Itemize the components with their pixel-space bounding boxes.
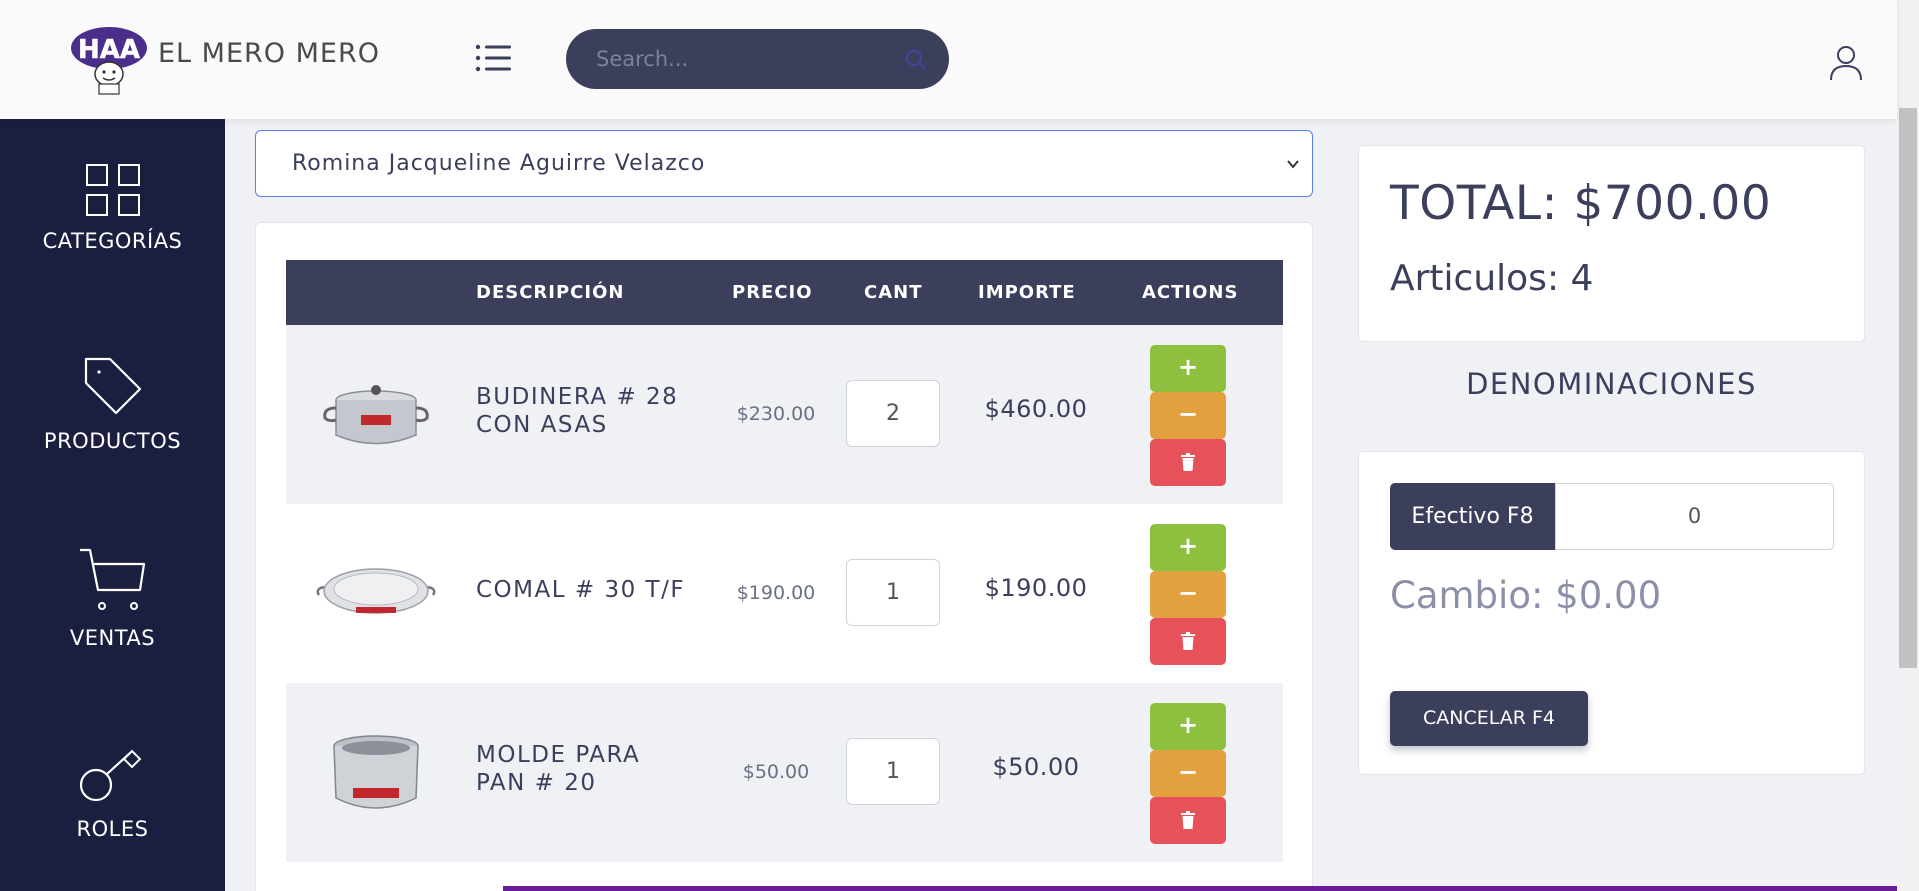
increase-qty-button[interactable]: + [1150, 524, 1226, 571]
user-profile-icon[interactable] [1828, 44, 1864, 82]
logo-text: HAA [78, 35, 140, 65]
search-icon[interactable] [904, 48, 928, 72]
decrease-qty-button[interactable]: − [1150, 392, 1226, 439]
cart-icon [79, 548, 145, 610]
table-row: BUDINERA # 28 CON ASAS $230.00 2 $460.00… [286, 325, 1283, 504]
column-header-amount: IMPORTE [978, 282, 1076, 303]
table-row: COMAL # 30 T/F $190.00 1 $190.00 + − [286, 504, 1283, 683]
increase-qty-button[interactable]: + [1150, 703, 1226, 750]
trash-icon [1181, 632, 1195, 650]
product-price: $230.00 [736, 403, 816, 425]
sidebar: CATEGORÍAS PRODUCTOS VENTAS ROLES [0, 119, 225, 891]
increase-qty-button[interactable]: + [1150, 345, 1226, 392]
sidebar-item-ventas[interactable]: VENTAS [0, 546, 225, 650]
cash-input[interactable]: 0 [1555, 483, 1834, 550]
change-amount: Cambio: $0.00 [1390, 574, 1662, 617]
quantity-input[interactable]: 2 [846, 380, 940, 447]
search-bar [566, 29, 949, 89]
product-amount: $190.00 [984, 574, 1088, 602]
description-line-1: BUDINERA # 28 [476, 384, 679, 410]
search-input[interactable] [596, 29, 886, 89]
product-price: $190.00 [736, 582, 816, 604]
chevron-down-icon [1287, 160, 1299, 169]
sidebar-item-label: CATEGORÍAS [42, 229, 183, 253]
column-header-qty: CANT [864, 282, 923, 303]
top-header: HAA EL MERO MERO [0, 0, 1897, 119]
quantity-input[interactable]: 1 [846, 738, 940, 805]
product-price: $50.00 [742, 761, 810, 783]
product-description: COMAL # 30 T/F [476, 576, 686, 604]
sidebar-item-productos[interactable]: PRODUCTOS [0, 355, 225, 453]
articles-count: Articulos: 4 [1390, 258, 1594, 299]
trash-icon [1181, 453, 1195, 471]
denominations-title: DENOMINACIONES [1466, 367, 1757, 401]
customer-select[interactable]: Romina Jacqueline Aguirre Velazco [255, 130, 1313, 197]
sidebar-item-label: ROLES [76, 817, 149, 841]
cancel-button[interactable]: CANCELAR F4 [1390, 691, 1588, 746]
brand-logo[interactable]: HAA [70, 26, 148, 96]
delete-item-button[interactable] [1150, 439, 1226, 486]
payment-card: Efectivo F8 0 Cambio: $0.00 CANCELAR F4 [1358, 451, 1865, 775]
description-line-2: CON ASAS [476, 412, 608, 438]
table-row: MOLDE PARA PAN # 20 $50.00 1 $50.00 + − [286, 683, 1283, 862]
column-header-actions: ACTIONS [1142, 282, 1239, 303]
description-line-1: MOLDE PARA [476, 742, 641, 768]
sidebar-item-label: PRODUCTOS [43, 429, 182, 453]
key-icon [79, 749, 141, 802]
product-image [311, 718, 441, 828]
hamburger-menu-icon[interactable] [474, 42, 514, 74]
product-amount: $50.00 [992, 753, 1080, 781]
total-amount: TOTAL: $700.00 [1390, 176, 1772, 231]
product-amount: $460.00 [984, 395, 1088, 423]
brand-name: EL MERO MERO [158, 38, 381, 69]
customer-select-value: Romina Jacqueline Aguirre Velazco [292, 151, 706, 176]
cash-label: Efectivo F8 [1390, 483, 1555, 550]
product-image [311, 360, 441, 470]
description-line-1: COMAL # 30 T/F [476, 577, 686, 603]
product-description: MOLDE PARA PAN # 20 [476, 741, 686, 797]
cart-table-card: DESCRIPCIÓN PRECIO CANT IMPORTE ACTIONS … [255, 222, 1313, 891]
quantity-input[interactable]: 1 [846, 559, 940, 626]
trash-icon [1181, 811, 1195, 829]
delete-item-button[interactable] [1150, 797, 1226, 844]
sidebar-item-roles[interactable]: ROLES [0, 743, 225, 841]
decrease-qty-button[interactable]: − [1150, 750, 1226, 797]
column-header-description: DESCRIPCIÓN [476, 282, 625, 303]
product-image [311, 539, 441, 649]
column-header-price: PRECIO [732, 282, 813, 303]
bottom-accent-bar [503, 886, 1897, 891]
tag-icon [84, 357, 141, 415]
sidebar-item-label: VENTAS [69, 626, 156, 650]
delete-item-button[interactable] [1150, 618, 1226, 665]
scrollbar-thumb[interactable] [1899, 108, 1917, 668]
product-description: BUDINERA # 28 CON ASAS [476, 383, 686, 439]
total-card: TOTAL: $700.00 Articulos: 4 [1358, 145, 1865, 342]
table-header: DESCRIPCIÓN PRECIO CANT IMPORTE ACTIONS [286, 260, 1283, 325]
grid-icon [85, 164, 140, 216]
decrease-qty-button[interactable]: − [1150, 571, 1226, 618]
description-line-2: PAN # 20 [476, 770, 597, 796]
sidebar-item-categorias[interactable]: CATEGORÍAS [0, 163, 225, 253]
